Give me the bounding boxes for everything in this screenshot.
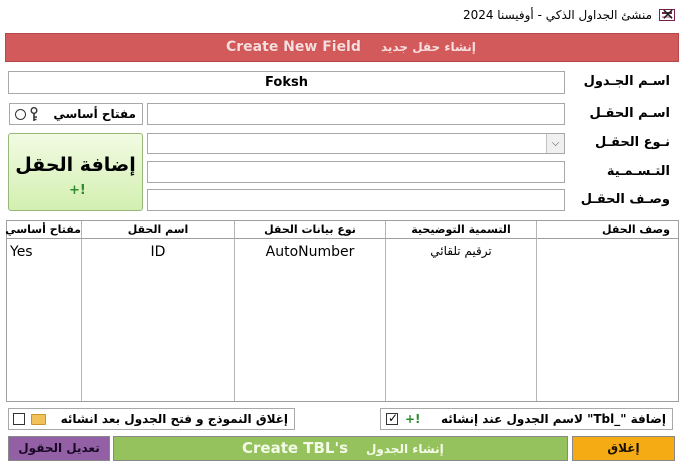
chevron-down-icon[interactable]: ⌵: [546, 134, 564, 153]
add-field-label: إضافة الحقل: [15, 154, 136, 176]
create-table-label-ar: إنشاء الجدول: [366, 442, 444, 456]
header-data-type: نوع بيانات الحقل: [264, 223, 356, 236]
table-name-input[interactable]: Foksh: [8, 71, 565, 94]
close-open-checkbox[interactable]: [13, 413, 25, 425]
col-description: وصف الحقل: [537, 221, 678, 401]
description-label: وصـف الحقـل: [580, 192, 670, 207]
header-title-en: Create New Field: [226, 39, 361, 55]
close-icon: ✕: [661, 5, 675, 24]
header-primary-key: مفتاح أساسي: [5, 223, 81, 236]
window-title: منشئ الجداول الذكي - أوفيسنا 2024: [462, 8, 652, 22]
header-caption: التسمية التوضيحية: [411, 223, 511, 236]
folder-open-icon: [31, 414, 46, 425]
primary-key-label: مفتاح أساسي: [53, 107, 136, 121]
tbl-prefix-checkbox[interactable]: ✓: [386, 411, 399, 425]
add-plus-icon: +!: [69, 183, 86, 198]
col-caption: التسمية التوضيحية ترقيم تلقائي: [386, 221, 537, 401]
tbl-prefix-label: إضافة "_Tbl" لاسم الجدول عند إنشائه: [441, 412, 666, 426]
close-open-option[interactable]: إغلاق النموذج و فتح الجدول بعد انشائه: [8, 408, 295, 430]
table-builder-window: منشئ الجداول الذكي - أوفيسنا 2024 ✕ Crea…: [0, 0, 684, 469]
table-name-label: اسـم الجـدول: [583, 74, 670, 89]
plus-icon: +!: [405, 412, 421, 426]
caption-input[interactable]: [147, 161, 565, 183]
header-description: وصف الحقل: [602, 223, 670, 236]
check-icon: ✓: [388, 411, 399, 425]
edit-fields-button[interactable]: تعديل الحقول: [8, 436, 110, 461]
cell-field-name[interactable]: ID: [82, 244, 234, 260]
key-icon: [30, 107, 38, 121]
tbl-prefix-option[interactable]: ✓ +! إضافة "_Tbl" لاسم الجدول عند إنشائه: [380, 408, 673, 430]
close-window-button[interactable]: ✕: [658, 6, 678, 24]
field-type-label: نـوع الحقـل: [595, 135, 670, 150]
cell-primary-key[interactable]: Yes: [10, 244, 33, 260]
title-bar: منشئ الجداول الذكي - أوفيسنا 2024 ✕: [0, 0, 684, 30]
primary-key-radio[interactable]: [15, 109, 26, 120]
field-name-label: اسـم الحقـل: [589, 106, 670, 121]
field-name-input[interactable]: [147, 103, 565, 125]
col-primary-key: مفتاح أساسي Yes: [5, 221, 82, 401]
col-field-name: اسم الحقل ID: [82, 221, 235, 401]
close-button[interactable]: إغلاق: [572, 436, 675, 461]
cell-data-type[interactable]: AutoNumber: [235, 244, 385, 260]
col-data-type: نوع بيانات الحقل AutoNumber: [235, 221, 386, 401]
create-table-label-en: Create TBL's: [242, 439, 349, 457]
header-title-ar: إنشاء حقل جديد: [381, 40, 476, 54]
header-field-name: اسم الحقل: [127, 223, 189, 236]
fields-table: مفتاح أساسي Yes اسم الحقل ID نوع بيانات …: [5, 220, 679, 402]
description-input[interactable]: [147, 189, 565, 211]
close-open-label: إغلاق النموذج و فتح الجدول بعد انشائه: [60, 412, 288, 426]
cell-caption[interactable]: ترقيم تلقائي: [386, 244, 536, 258]
caption-label: التـسـمـية: [606, 164, 670, 179]
header-banner: Create New Field إنشاء حقل جديد: [5, 33, 679, 62]
field-type-select[interactable]: ⌵: [147, 133, 565, 154]
primary-key-option[interactable]: مفتاح أساسي: [9, 103, 143, 125]
add-field-button[interactable]: إضافة الحقل +!: [8, 133, 143, 211]
create-table-button[interactable]: Create TBL's إنشاء الجدول: [113, 436, 568, 461]
